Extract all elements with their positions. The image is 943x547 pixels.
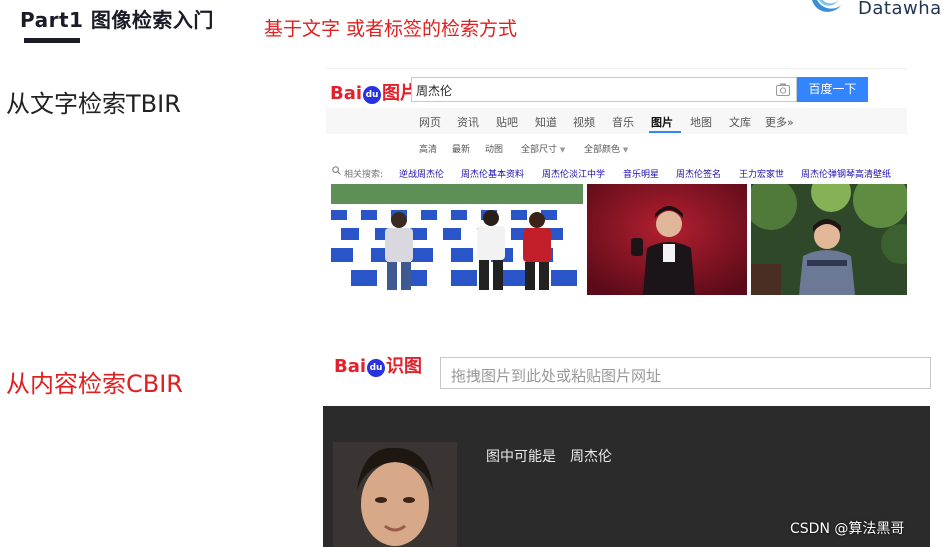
- baidu-image-search-panel: Bai du 图片 周杰伦 百度一下 网页 资讯 贴吧 知道 视频 音乐 图片 地图…: [326, 68, 907, 296]
- baidu-paw-icon: du: [367, 359, 386, 377]
- baidu-paw-icon: du: [363, 86, 382, 104]
- brand-text: Datawhal: [858, 0, 943, 19]
- related-term[interactable]: 周杰伦淡江中学: [542, 167, 605, 180]
- tab-news[interactable]: 资讯: [457, 114, 479, 130]
- related-term[interactable]: 音乐明星: [623, 167, 659, 180]
- tab-web[interactable]: 网页: [419, 114, 441, 130]
- tab-zhidao[interactable]: 知道: [535, 114, 557, 130]
- camera-icon[interactable]: [776, 83, 790, 96]
- section-label-tbir: 从文字检索TBIR: [6, 90, 181, 118]
- related-term[interactable]: 周杰伦弹钢琴高清壁纸: [801, 167, 891, 180]
- image-url-placeholder: 拖拽图片到此处或粘贴图片网址: [451, 367, 662, 385]
- query-portrait-image: [333, 442, 457, 547]
- search-query: 周杰伦: [416, 84, 453, 98]
- result-label: 图中可能是: [486, 449, 556, 465]
- baidu-image-logo: Bai du 图片: [330, 83, 419, 104]
- tab-music[interactable]: 音乐: [612, 114, 634, 130]
- search-input[interactable]: 周杰伦: [411, 77, 797, 102]
- result-person-name[interactable]: 周杰伦: [570, 446, 612, 466]
- related-term[interactable]: 周杰伦签名: [676, 167, 721, 180]
- slide-subtitle: 基于文字 或者标签的检索方式: [264, 18, 518, 40]
- tab-tieba[interactable]: 贴吧: [496, 114, 518, 130]
- search-nav-bar: 网页 资讯 贴吧 知道 视频 音乐 图片 地图 文库 更多»: [326, 108, 907, 134]
- search-icon: [332, 166, 341, 175]
- search-button[interactable]: 百度一下: [797, 77, 868, 102]
- filter-animated[interactable]: 动图: [485, 142, 503, 155]
- tab-more[interactable]: 更多»: [765, 114, 794, 130]
- related-search-label: 相关搜索:: [344, 170, 384, 180]
- filter-color[interactable]: 全部颜色 ▼: [584, 142, 628, 155]
- active-tab-indicator: [649, 131, 681, 133]
- image-url-input[interactable]: 拖拽图片到此处或粘贴图片网址: [440, 357, 931, 389]
- related-term[interactable]: 周杰伦基本资料: [461, 167, 524, 180]
- slide-title: Part1 图像检索入门: [20, 8, 214, 32]
- filter-latest[interactable]: 最新: [452, 142, 470, 155]
- related-term[interactable]: 逆战周杰伦: [399, 167, 444, 180]
- datawhale-logo-icon: [812, 0, 842, 12]
- watermark: CSDN @算法黑哥: [790, 521, 905, 537]
- result-image[interactable]: [331, 184, 583, 295]
- tab-wenku[interactable]: 文库: [729, 114, 751, 130]
- tab-images[interactable]: 图片: [651, 114, 673, 130]
- chevron-down-icon: ▼: [622, 146, 629, 154]
- tab-video[interactable]: 视频: [573, 114, 595, 130]
- filter-hd[interactable]: 高清: [419, 142, 437, 155]
- filter-size[interactable]: 全部尺寸 ▼: [521, 142, 565, 155]
- title-underline: [24, 38, 80, 43]
- result-image[interactable]: [587, 184, 747, 295]
- section-label-cbir: 从内容检索CBIR: [6, 370, 183, 398]
- chevron-down-icon: ▼: [559, 146, 566, 154]
- baidu-shitu-logo: Bai du 识图: [334, 356, 423, 377]
- result-image[interactable]: [751, 184, 907, 295]
- related-term[interactable]: 王力宏家世: [739, 167, 784, 180]
- tab-map[interactable]: 地图: [690, 114, 712, 130]
